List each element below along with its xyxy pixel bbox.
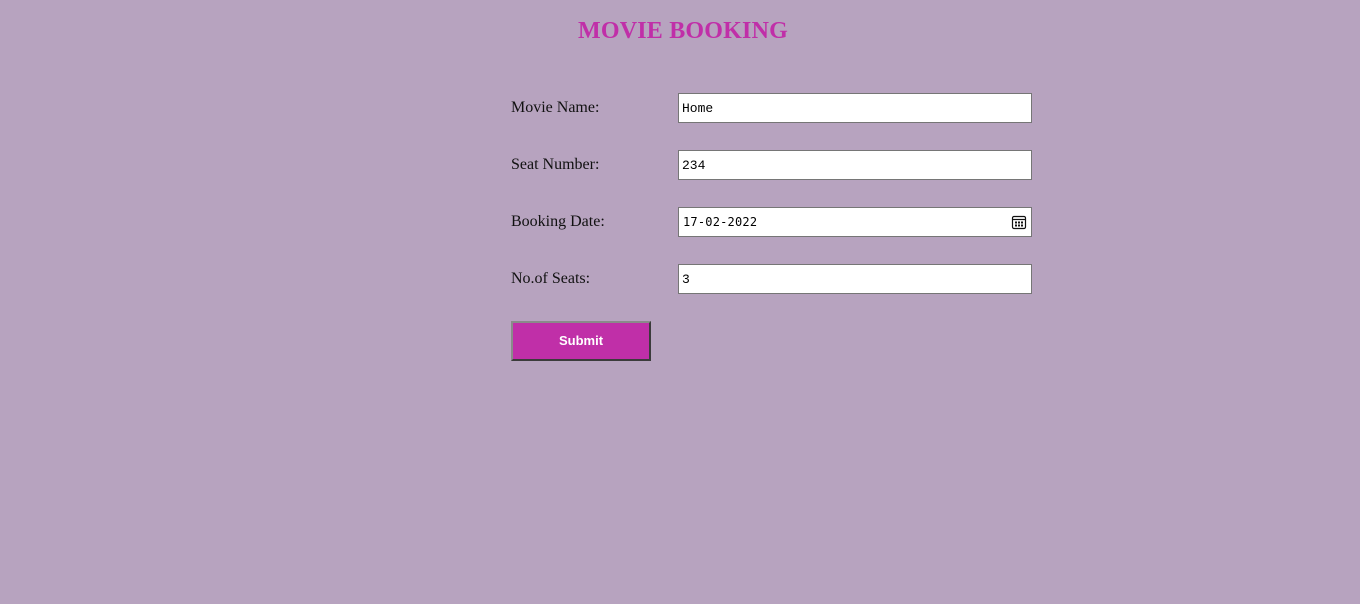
booking-date-value: 17-02-2022: [683, 215, 758, 229]
seat-count-input[interactable]: [678, 264, 1032, 294]
seat-number-label: Seat Number:: [511, 156, 600, 173]
seat-count-row: No.of Seats:: [511, 264, 1032, 294]
movie-name-input[interactable]: [678, 93, 1032, 123]
booking-date-input[interactable]: 17-02-2022: [678, 207, 1032, 237]
movie-name-row: Movie Name:: [511, 93, 1032, 123]
calendar-icon[interactable]: [1011, 214, 1027, 230]
seat-number-input[interactable]: [678, 150, 1032, 180]
booking-date-row: Booking Date: 17-02-2022: [511, 207, 1032, 237]
submit-button[interactable]: Submit: [511, 321, 651, 361]
seat-number-row: Seat Number:: [511, 150, 1032, 180]
movie-name-label: Movie Name:: [511, 99, 600, 116]
page-title: MOVIE BOOKING: [578, 18, 788, 44]
seat-count-label: No.of Seats:: [511, 270, 591, 287]
booking-date-label: Booking Date:: [511, 213, 605, 230]
